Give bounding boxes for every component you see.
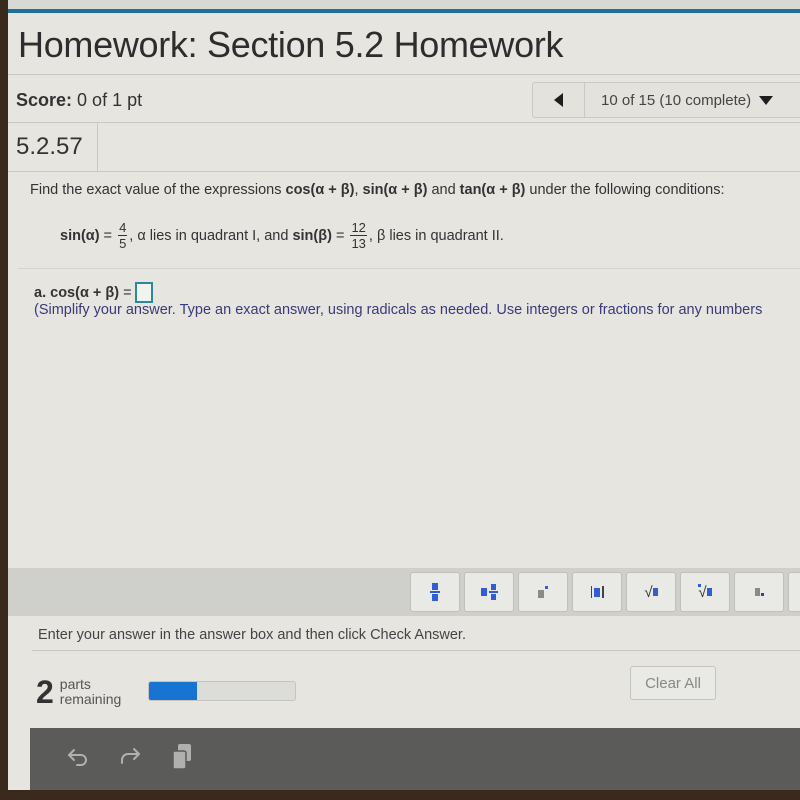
numerator: 4 [118, 220, 128, 236]
fraction-button[interactable] [410, 572, 460, 612]
fraction-icon [430, 583, 440, 601]
answer-instructions: (Simplify your answer. Type an exact ans… [34, 302, 763, 318]
condition-text: , β lies in quadrant II. [368, 227, 504, 244]
part-label: a. [34, 284, 47, 301]
question-navigator: 10 of 15 (10 complete) [532, 82, 800, 118]
answer-input[interactable] [134, 282, 153, 303]
absolute-value-icon [590, 586, 604, 598]
prompt-text: , [354, 182, 363, 198]
parts-label-line2: remaining [59, 691, 122, 707]
mixed-number-button[interactable] [464, 572, 514, 612]
score-value: 0 of 1 pt [77, 90, 143, 110]
caret-left-icon [554, 93, 563, 107]
part-expr: cos(α + β) [50, 284, 120, 301]
fraction-alpha: 4 5 [118, 220, 128, 251]
question-position: 10 of 15 (10 complete) [601, 91, 752, 109]
score-label: Score: [16, 90, 73, 110]
parts-progress-bar [148, 681, 296, 701]
copy-button[interactable] [168, 742, 196, 772]
more-palette-button[interactable] [788, 572, 800, 612]
parts-label: parts remaining [60, 677, 121, 707]
clear-all-button[interactable]: Clear All [630, 666, 716, 700]
page-title: Homework: Section 5.2 Homework [18, 24, 564, 65]
bottom-toolbar [30, 728, 800, 790]
question-number: 5.2.57 [8, 123, 98, 171]
divider [8, 74, 800, 75]
equals: = [99, 227, 117, 244]
sin-alpha: sin(α) [60, 227, 100, 244]
subscript-icon [754, 588, 764, 596]
parts-remaining: 2 parts remaining [36, 676, 121, 708]
condition-text: , α lies in quadrant I, and [129, 227, 293, 244]
equals: = [331, 227, 349, 244]
screen: Homework: Section 5.2 Homework Score: 0 … [8, 0, 800, 790]
mixed-number-icon [480, 584, 498, 600]
question-prompt: Find the exact value of the expressions … [30, 182, 724, 198]
absolute-value-button[interactable] [572, 572, 622, 612]
square-root-icon: √ [644, 584, 658, 601]
expr-sin: sin(α + β) [362, 182, 428, 198]
part-a: a. cos(α + β) = [34, 282, 153, 303]
sin-beta: sin(β) [292, 227, 332, 244]
prompt-text: under the following conditions: [525, 182, 725, 198]
parts-label-line1: parts [59, 676, 91, 692]
square-root-button[interactable]: √ [626, 572, 676, 612]
fraction-beta: 12 13 [350, 220, 367, 251]
nth-root-button[interactable]: √ [680, 572, 730, 612]
denominator: 5 [119, 236, 127, 251]
divider [32, 650, 800, 651]
redo-icon [121, 748, 140, 764]
progress-fill [149, 682, 198, 700]
top-accent-bar [8, 0, 800, 13]
caret-down-icon [759, 95, 774, 105]
expr-tan: tan(α + β) [459, 182, 526, 198]
parts-count: 2 [36, 674, 54, 710]
exponent-button[interactable] [518, 572, 568, 612]
expr-cos: cos(α + β) [285, 182, 355, 198]
redo-button[interactable] [116, 742, 144, 772]
divider [8, 122, 800, 123]
check-answer-hint: Enter your answer in the answer box and … [38, 627, 466, 643]
undo-button[interactable] [64, 742, 92, 772]
prompt-text: Find the exact value of the expressions [30, 182, 286, 198]
previous-question-button[interactable] [533, 83, 585, 117]
nth-root-icon: √ [698, 583, 712, 601]
score: Score: 0 of 1 pt [16, 90, 142, 111]
conditions: sin(α) = 4 5 , α lies in quadrant I, and… [60, 220, 504, 251]
divider [18, 268, 800, 269]
prompt-text: and [427, 182, 460, 198]
divider [8, 171, 800, 172]
copy-icon [172, 744, 191, 770]
exponent-icon [538, 586, 548, 598]
question-selector-dropdown[interactable]: 10 of 15 (10 complete) [585, 91, 774, 109]
equals: = [119, 284, 132, 301]
denominator: 13 [351, 236, 366, 251]
undo-icon [68, 749, 87, 766]
subscript-button[interactable] [734, 572, 784, 612]
numerator: 12 [350, 220, 367, 236]
